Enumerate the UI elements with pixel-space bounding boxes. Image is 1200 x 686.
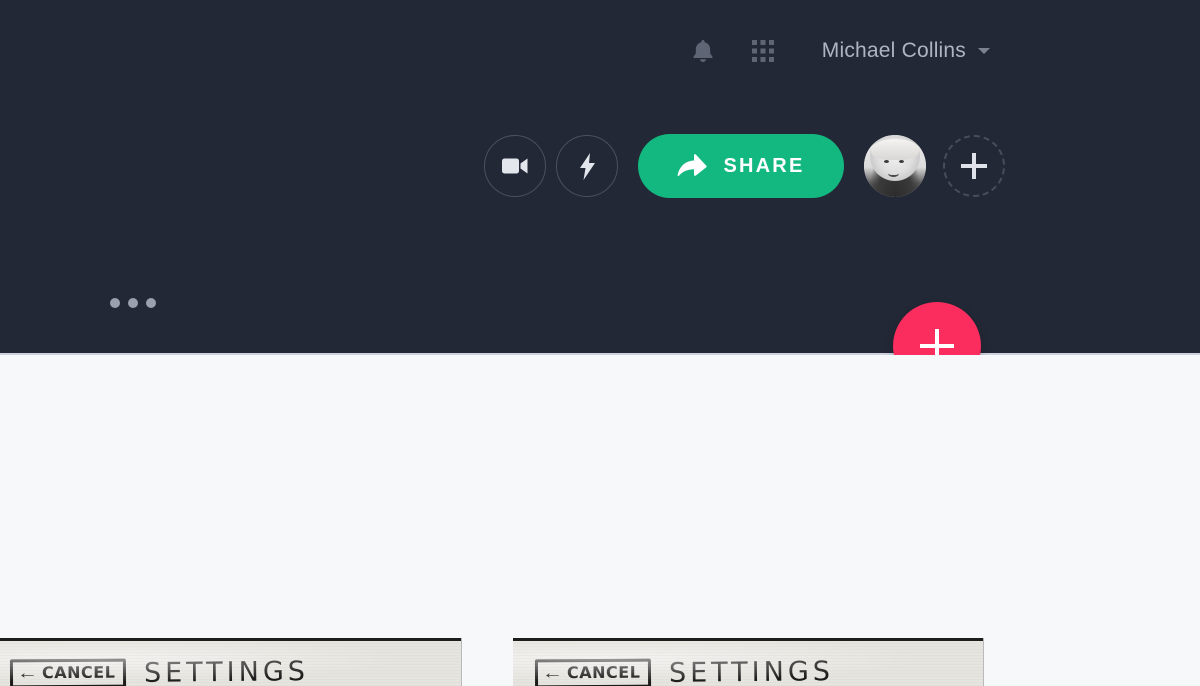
- app-grid-icon: [751, 40, 774, 62]
- sketch-cancel-label: CANCEL: [566, 662, 641, 682]
- back-arrow-icon: ←: [541, 663, 564, 683]
- share-button[interactable]: SHARE: [638, 134, 844, 198]
- share-button-label: SHARE: [723, 154, 805, 177]
- plus-icon: [961, 153, 987, 179]
- quick-action-button[interactable]: [556, 135, 618, 197]
- avatar[interactable]: [864, 135, 926, 197]
- account-row: Michael Collins: [680, 28, 1200, 74]
- action-toolbar: SHARE: [484, 134, 1005, 198]
- sketch-cancel-button: ← CANCEL: [534, 658, 652, 686]
- lightning-bolt-icon: [579, 152, 595, 180]
- apps-button[interactable]: [740, 28, 786, 74]
- sketch-title: SETTINGS: [144, 656, 310, 686]
- sketch-cancel-button: ← CANCEL: [9, 658, 127, 686]
- avatar-mouth: [887, 170, 899, 177]
- avatar-hair: [871, 138, 919, 160]
- record-video-button[interactable]: [484, 135, 546, 197]
- bell-icon: [693, 40, 713, 62]
- share-arrow-icon: [678, 154, 708, 176]
- sketch-header: ← CANCEL SETTINGS: [534, 656, 835, 686]
- screen-card[interactable]: ← CANCEL SETTINGS: [513, 638, 983, 686]
- user-menu-name[interactable]: Michael Collins: [822, 39, 966, 63]
- three-dots-icon-dot: [128, 298, 138, 308]
- add-collaborator-button[interactable]: [943, 135, 1005, 197]
- more-options-button[interactable]: [110, 298, 156, 308]
- video-camera-icon: [502, 158, 528, 174]
- app-root: Michael Collins SHARE ← CANCEL SETTINGS …: [0, 0, 1200, 686]
- content-toolbar: [0, 355, 1200, 638]
- sketch-cancel-label: CANCEL: [41, 662, 116, 682]
- three-dots-icon-dot: [146, 298, 156, 308]
- notifications-button[interactable]: [680, 28, 726, 74]
- dark-header: Michael Collins SHARE: [0, 0, 1200, 355]
- sketch-header: ← CANCEL SETTINGS: [9, 656, 310, 686]
- three-dots-icon-dot: [110, 298, 120, 308]
- back-arrow-icon: ←: [16, 663, 39, 683]
- screen-card[interactable]: ← CANCEL SETTINGS: [0, 638, 461, 686]
- chevron-down-icon[interactable]: [978, 48, 990, 54]
- sketch-title: SETTINGS: [669, 656, 835, 686]
